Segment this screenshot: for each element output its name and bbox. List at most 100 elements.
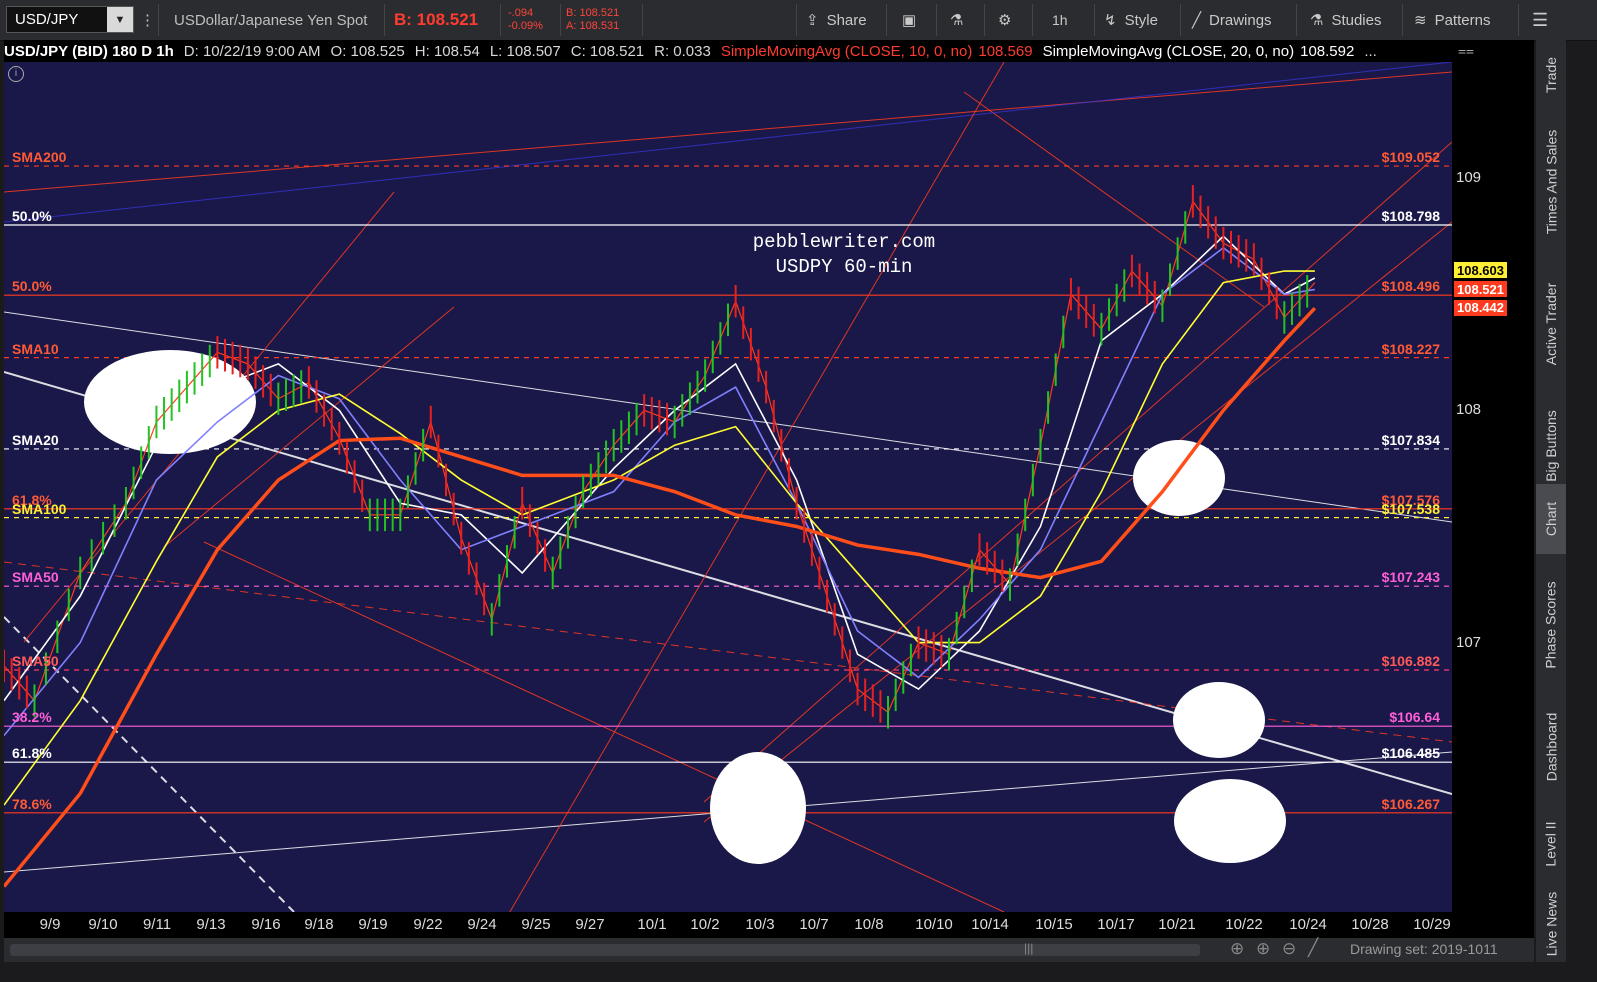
level-label-left: SMA50 (12, 653, 59, 669)
tab-phase-scores[interactable]: Phase Scores (1536, 560, 1566, 690)
price-tag: 108.521 (1454, 281, 1507, 298)
chart-svg[interactable] (4, 62, 1452, 912)
studies-label: Studies (1331, 11, 1382, 29)
symbol-text: USD/JPY (15, 11, 79, 28)
x-tick-label: 10/8 (854, 916, 884, 933)
layout-icon[interactable]: ▣ (902, 0, 916, 40)
menu-icon[interactable]: ☰ (1532, 0, 1548, 40)
scroll-handle-icon[interactable]: ||| (1024, 941, 1033, 955)
tab-level-ii[interactable]: Level II (1536, 804, 1566, 884)
level-label-left: SMA50 (12, 569, 59, 586)
patterns-button[interactable]: ≋ Patterns (1414, 0, 1490, 40)
share-icon: ⇪ (806, 12, 819, 29)
symbol-description: USDollar/Japanese Yen Spot (174, 11, 368, 29)
scrollbar[interactable] (10, 944, 1200, 956)
x-tick-label: 9/18 (304, 916, 334, 933)
info-more[interactable]: ... (1364, 43, 1377, 60)
change-display: -.094 -0.09% (508, 0, 543, 40)
pencil-icon: ╱ (1192, 12, 1202, 29)
x-tick-label: 9/9 (39, 916, 61, 933)
x-tick-label: 9/25 (521, 916, 551, 933)
chart-area[interactable]: i pebblewriter.com USDPY 60-min SMA200 $1… (4, 62, 1452, 912)
level-label-right: $107.243 (1381, 569, 1440, 586)
bottom-bar: ||| ⊕ ⊕ ⊖ ╱ Drawing set: 2019-1011 (4, 938, 1534, 962)
flask-icon: ⚗ (1310, 12, 1324, 29)
tab-active-trader[interactable]: Active Trader (1536, 254, 1566, 394)
share-button[interactable]: ⇪ Share (806, 0, 867, 40)
series-sma20 (4, 246, 1315, 737)
flask-icon[interactable]: ⚗ (950, 0, 963, 40)
level-label-right: $107.538 (1381, 500, 1440, 517)
highlight-ellipse (1133, 440, 1225, 516)
x-tick-label: 10/21 (1158, 916, 1196, 933)
patterns-icon: ≋ (1414, 12, 1427, 29)
info-icon[interactable]: i (8, 66, 24, 82)
right-sidebar: Trade Times And Sales Active Trader Big … (1536, 40, 1566, 962)
change-abs: -.094 (508, 7, 534, 19)
style-button[interactable]: ↯ Style (1104, 0, 1158, 40)
watermark-line1: pebblewriter.com (752, 231, 936, 253)
level-label-left: SMA10 (12, 340, 59, 357)
x-tick-label: 10/10 (915, 916, 953, 933)
x-tick-label: 9/19 (358, 916, 388, 933)
level-label-left: 50.0% (12, 208, 52, 225)
x-tick-label: 10/29 (1413, 916, 1451, 933)
interval-button[interactable]: 1h (1052, 0, 1068, 40)
drawing-set-label[interactable]: Drawing set: 2019-1011 (1350, 941, 1498, 957)
bid-price: B: 108.521 (394, 10, 479, 29)
level-label-right: $106.64 (1389, 709, 1440, 726)
symbol-selector[interactable]: USD/JPY ▼ (6, 6, 134, 33)
tab-trade[interactable]: Trade (1536, 40, 1566, 110)
drawings-button[interactable]: ╱ Drawings (1192, 0, 1272, 40)
tab-live-news[interactable]: Live News (1536, 886, 1566, 962)
x-tick-label: 9/22 (413, 916, 443, 933)
zoom-in-icon[interactable]: ⊕ (1256, 939, 1270, 959)
x-tick-label: 10/14 (971, 916, 1009, 933)
level-label-left: 78.6% (12, 795, 52, 812)
tab-dashboard[interactable]: Dashboard (1536, 692, 1566, 802)
gear-icon[interactable]: ⚙ (998, 0, 1011, 40)
tab-big-buttons[interactable]: Big Buttons (1536, 396, 1566, 496)
info-high: H: 108.54 (414, 42, 480, 60)
series-sma50 (4, 270, 1315, 806)
level-label-right: $107.834 (1381, 431, 1440, 448)
chevron-down-icon[interactable]: ▼ (107, 7, 133, 32)
tab-times-and-sales[interactable]: Times And Sales (1536, 112, 1566, 252)
info-symbol: USD/JPY (BID) 180 D 1h (4, 42, 174, 60)
drawings-label: Drawings (1209, 11, 1272, 29)
share-label: Share (826, 11, 867, 29)
trendline (963, 91, 1265, 308)
tab-chart[interactable]: Chart (1536, 484, 1566, 554)
ask-small: A: 108.531 (566, 20, 620, 32)
studies-button[interactable]: ⚗ Studies (1310, 0, 1382, 40)
toolbar: USD/JPY ▼ ⋮ USDollar/Japanese Yen Spot B… (0, 0, 1597, 41)
price-axis[interactable]: 107 108 109 108.603 108.521 108.442 ⩵ (1452, 40, 1534, 938)
x-tick-label: 10/7 (799, 916, 829, 933)
bid-ask-display: B: 108.521 A: 108.531 (566, 0, 619, 40)
chart-style-icon: ↯ (1104, 12, 1117, 29)
x-tick-label: 9/10 (88, 916, 118, 933)
x-tick-label: 10/3 (745, 916, 775, 933)
level-label-right: $109.052 (1381, 149, 1440, 166)
patterns-label: Patterns (1434, 11, 1491, 29)
info-sma10-value: 108.569 (978, 42, 1033, 60)
price-tag: 108.442 (1454, 299, 1507, 316)
level-label-left: 38.2% (12, 709, 52, 726)
highlight-ellipse (1173, 682, 1265, 758)
axis-collapse-icon[interactable]: ⩵ (1458, 42, 1474, 59)
link-icon[interactable]: ⋮ (140, 0, 155, 40)
level-label-left: SMA100 (12, 500, 67, 517)
level-label-right: $106.882 (1381, 653, 1440, 669)
x-tick-label: 9/13 (196, 916, 226, 933)
highlight-ellipse (710, 752, 806, 864)
x-tick-label: 10/28 (1351, 916, 1389, 933)
drawing-tool-icon[interactable]: ╱ (1308, 938, 1318, 958)
level-label-right: $108.798 (1381, 208, 1440, 225)
y-tick-label: 109 (1456, 169, 1482, 187)
level-label-left: 50.0% (12, 278, 52, 295)
x-tick-label: 9/16 (251, 916, 281, 933)
zoom-out-icon[interactable]: ⊖ (1282, 939, 1296, 959)
crosshair-icon[interactable]: ⊕ (1230, 939, 1244, 959)
level-label-left: SMA200 (12, 149, 67, 166)
time-axis[interactable]: 9/9 9/10 9/11 9/13 9/16 9/18 9/19 9/22 9/24 9/25 9… (4, 912, 1452, 938)
